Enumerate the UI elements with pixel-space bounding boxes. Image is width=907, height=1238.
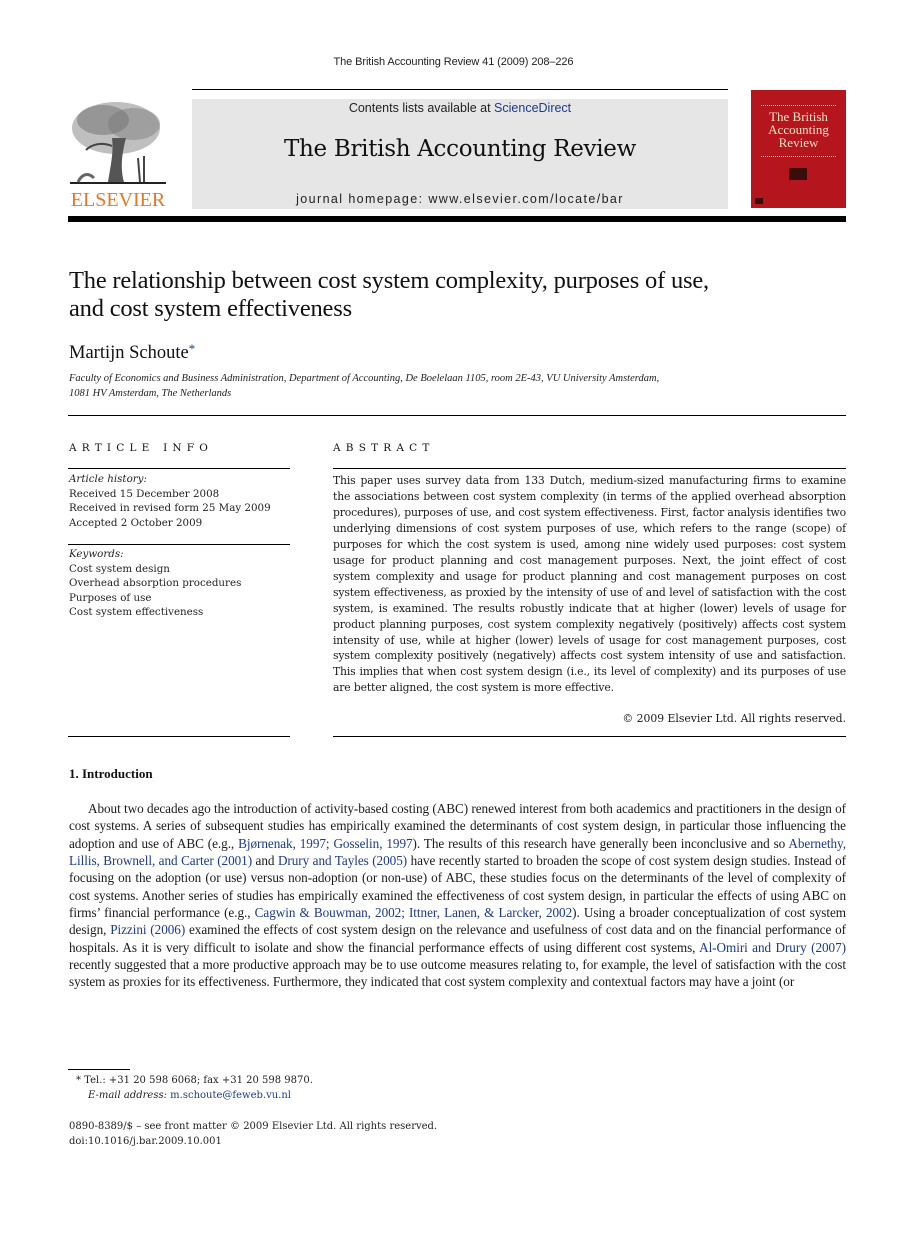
journal-homepage-link[interactable]: journal homepage: www.elsevier.com/locat… (192, 192, 728, 206)
sciencedirect-link[interactable]: ScienceDirect (494, 101, 571, 115)
citation-link[interactable]: Drury and Tayles (2005) (278, 853, 407, 868)
divider (68, 415, 846, 416)
paragraph-text: ). The results of this research have gen… (412, 835, 789, 851)
paragraph-text: recently suggested that a more productiv… (69, 957, 846, 990)
citation-link[interactable]: Bjørnenak, 1997; Gosselin, 1997 (238, 836, 412, 851)
top-rule (192, 89, 728, 90)
author-email-link[interactable]: m.schoute@feweb.vu.nl (170, 1090, 291, 1101)
contents-line: Contents lists available at ScienceDirec… (192, 101, 728, 115)
divider (68, 544, 290, 545)
contents-prefix: Contents lists available at (348, 101, 495, 115)
cover-divider (761, 156, 836, 157)
history-item: Received 15 December 2008 (69, 487, 220, 500)
cover-footer-icon (755, 198, 763, 204)
keyword-item: Purposes of use (69, 591, 152, 604)
keyword-item: Cost system effectiveness (69, 606, 204, 619)
front-matter: 0890-8389/$ – see front matter © 2009 El… (69, 1119, 669, 1149)
abstract-text: This paper uses survey data from 133 Dut… (333, 474, 846, 695)
footnote-rule (68, 1069, 130, 1070)
author-name[interactable]: Martijn Schoute (69, 343, 189, 363)
cover-emblem-icon (789, 168, 807, 180)
article-history: Article history: Received 15 December 20… (69, 472, 291, 530)
keyword-item: Cost system design (69, 562, 170, 575)
affiliation-line: 1081 HV Amsterdam, The Netherlands (69, 387, 232, 399)
introduction-paragraph: About two decades ago the introduction o… (69, 800, 846, 991)
article-title: The relationship between cost system com… (69, 267, 849, 323)
divider (68, 468, 290, 469)
elsevier-logo[interactable]: ELSEVIER (68, 98, 168, 210)
author-footnote: * Tel.: +31 20 598 6068; fax +31 20 598 … (76, 1074, 576, 1104)
divider (333, 468, 846, 469)
citation-link[interactable]: Pizzini (2006) (110, 922, 185, 937)
article-title-line: The relationship between cost system com… (69, 267, 709, 294)
cover-divider (761, 105, 836, 106)
article-title-line: and cost system effectiveness (69, 295, 352, 322)
journal-name: The British Accounting Review (283, 136, 637, 162)
affiliation-line: Faculty of Economics and Business Admini… (69, 373, 660, 384)
email-label: E-mail address: (88, 1089, 171, 1101)
doi-link[interactable]: doi:10.1016/j.bar.2009.10.001 (69, 1134, 669, 1149)
history-item: Accepted 2 October 2009 (69, 516, 203, 529)
elsevier-wordmark: ELSEVIER (70, 189, 166, 211)
abstract-heading: ABSTRACT (333, 442, 435, 454)
keywords: Keywords: Cost system design Overhead ab… (69, 547, 291, 620)
cover-title-line: Review (778, 135, 819, 150)
issn-line: 0890-8389/$ – see front matter © 2009 El… (69, 1121, 438, 1132)
citation-link[interactable]: Cagwin & Bouwman, 2002; Ittner, Lanen, &… (255, 905, 573, 920)
journal-cover-image[interactable]: The British Accounting Review (751, 90, 846, 208)
abstract-copyright: © 2009 Elsevier Ltd. All rights reserved… (622, 712, 846, 725)
footnote-tel: Tel.: +31 20 598 6068; fax +31 20 598 98… (81, 1075, 313, 1086)
masthead-box: Contents lists available at ScienceDirec… (192, 99, 728, 209)
cover-title: The British Accounting Review (751, 110, 846, 149)
article-info-heading: ARTICLE INFO (69, 442, 214, 454)
masthead-thick-rule (68, 216, 846, 222)
citation-link[interactable]: Al-Omiri and Drury (2007) (699, 940, 846, 955)
section-heading-introduction: 1. Introduction (69, 766, 153, 781)
article-history-label: Article history: (69, 473, 147, 485)
divider (68, 736, 290, 737)
author-footnote-mark[interactable]: * (189, 341, 196, 356)
author: Martijn Schoute* (69, 341, 195, 364)
history-item: Received in revised form 25 May 2009 (69, 502, 271, 515)
paragraph-text: and (252, 853, 278, 869)
running-head: The British Accounting Review 41 (2009) … (333, 56, 574, 68)
keywords-label: Keywords: (69, 548, 124, 560)
affiliation: Faculty of Economics and Business Admini… (69, 372, 829, 401)
divider (333, 736, 846, 737)
elsevier-tree-icon (68, 98, 168, 186)
keyword-item: Overhead absorption procedures (69, 577, 242, 590)
